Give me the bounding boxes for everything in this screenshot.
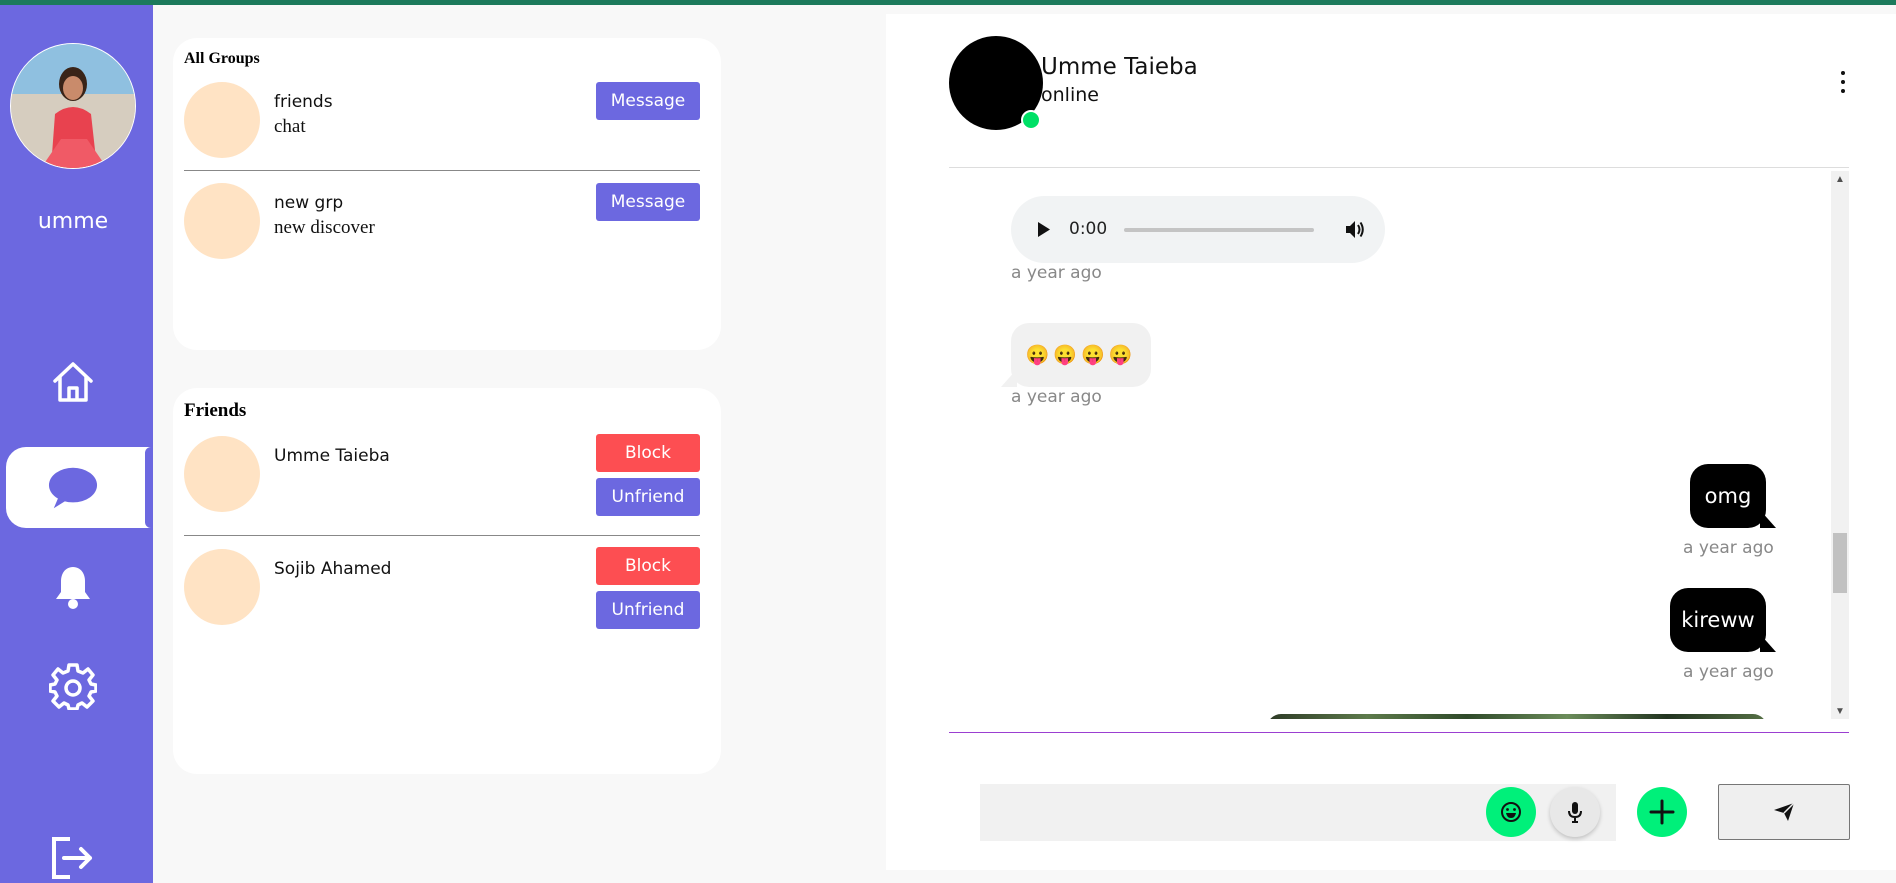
scroll-thumb[interactable] bbox=[1833, 533, 1847, 593]
home-icon[interactable] bbox=[48, 357, 98, 407]
sent-message: omg bbox=[1690, 464, 1776, 528]
list-item: Umme Taieba Block Unfriend bbox=[184, 434, 700, 520]
all-groups-panel: All Groups friends chat Message new grp … bbox=[173, 38, 721, 350]
group-avatar bbox=[184, 183, 260, 259]
top-accent-bar bbox=[0, 0, 1896, 5]
message-time: a year ago bbox=[1683, 662, 1774, 682]
bell-icon[interactable] bbox=[48, 562, 98, 612]
block-button[interactable]: Block bbox=[596, 434, 700, 472]
chat-icon[interactable] bbox=[48, 463, 98, 513]
panel-title: Friends bbox=[184, 400, 247, 421]
message-time: a year ago bbox=[1011, 263, 1102, 283]
audio-time: 0:00 bbox=[1069, 219, 1108, 239]
user-name: umme bbox=[37, 209, 109, 234]
composer-divider bbox=[949, 732, 1849, 733]
sidebar: umme bbox=[0, 5, 153, 883]
group-subtitle: new discover bbox=[274, 217, 375, 238]
gear-icon[interactable] bbox=[48, 661, 98, 711]
online-indicator bbox=[1021, 110, 1041, 130]
mic-icon bbox=[1568, 802, 1582, 823]
logout-icon[interactable] bbox=[48, 833, 98, 883]
message-list[interactable]: 0:00 a year ago 😛😛😛😛 a year ago omg a ye… bbox=[949, 171, 1845, 719]
friend-name: Umme Taieba bbox=[274, 446, 390, 466]
volume-icon[interactable] bbox=[1345, 220, 1365, 239]
unfriend-button[interactable]: Unfriend bbox=[596, 591, 700, 629]
audio-player[interactable]: 0:00 bbox=[1011, 196, 1385, 263]
contact-status: online bbox=[1041, 84, 1099, 106]
panel-title: All Groups bbox=[184, 50, 260, 67]
send-icon bbox=[1774, 802, 1795, 821]
message-button[interactable]: Message bbox=[596, 82, 700, 120]
message-text: omg bbox=[1704, 484, 1752, 508]
group-subtitle: chat bbox=[274, 116, 306, 137]
send-button[interactable] bbox=[1718, 784, 1850, 840]
friend-name: Sojib Ahamed bbox=[274, 559, 392, 579]
group-name: new grp bbox=[274, 193, 344, 213]
scrollbar[interactable]: ▲ ▼ bbox=[1831, 171, 1849, 719]
avatar[interactable] bbox=[10, 43, 136, 169]
friends-panel: Friends Umme Taieba Block Unfriend Sojib… bbox=[173, 388, 721, 774]
divider bbox=[184, 170, 700, 171]
play-icon[interactable] bbox=[1037, 221, 1051, 238]
scroll-down-icon[interactable]: ▼ bbox=[1831, 703, 1849, 719]
message-text: kireww bbox=[1681, 608, 1755, 632]
group-avatar bbox=[184, 82, 260, 158]
attach-button[interactable] bbox=[1637, 787, 1687, 837]
profile-photo bbox=[11, 44, 135, 168]
audio-progress[interactable] bbox=[1124, 228, 1314, 232]
message-button[interactable]: Message bbox=[596, 183, 700, 221]
friend-avatar bbox=[184, 436, 260, 512]
sent-message: kireww bbox=[1670, 588, 1776, 652]
emoji-text: 😛😛😛😛 bbox=[1025, 345, 1137, 366]
plus-icon bbox=[1649, 799, 1675, 825]
mic-button[interactable] bbox=[1550, 787, 1600, 837]
contact-name: Umme Taieba bbox=[1041, 54, 1198, 80]
emoji-message: 😛😛😛😛 bbox=[1001, 323, 1151, 387]
image-message[interactable] bbox=[1267, 714, 1767, 719]
group-name: friends bbox=[274, 92, 333, 112]
block-button[interactable]: Block bbox=[596, 547, 700, 585]
unfriend-button[interactable]: Unfriend bbox=[596, 478, 700, 516]
list-item: Sojib Ahamed Block Unfriend bbox=[184, 547, 700, 633]
more-options-icon[interactable] bbox=[1837, 71, 1849, 93]
emoji-icon bbox=[1501, 802, 1521, 822]
chat-panel: Umme Taieba online 0:00 a year ago 😛😛😛😛 … bbox=[886, 14, 1896, 870]
friend-avatar bbox=[184, 549, 260, 625]
scroll-up-icon[interactable]: ▲ bbox=[1831, 171, 1849, 187]
message-time: a year ago bbox=[1683, 538, 1774, 558]
emoji-button[interactable] bbox=[1486, 787, 1536, 837]
divider bbox=[184, 535, 700, 536]
list-item: new grp new discover Message bbox=[184, 183, 700, 259]
list-item: friends chat Message bbox=[184, 82, 700, 158]
message-time: a year ago bbox=[1011, 387, 1102, 407]
header-divider bbox=[949, 167, 1849, 168]
